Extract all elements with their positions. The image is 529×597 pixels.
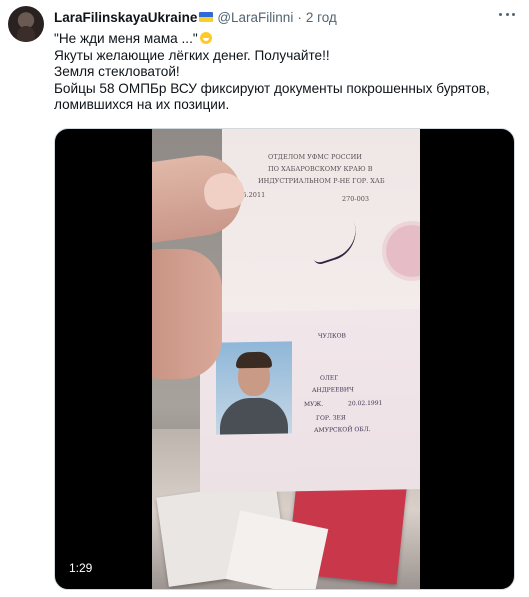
separator: · — [297, 9, 302, 25]
video-player[interactable]: ОТДЕЛОМ УФМС РОССИИ ПО ХАБАРОВСКОМУ КРАЮ… — [54, 128, 515, 590]
passport-issue-page: ОТДЕЛОМ УФМС РОССИИ ПО ХАБАРОВСКОМУ КРАЮ… — [222, 129, 420, 314]
issuer-line: ИНДУСТРИАЛЬНОМ Р-НЕ ГОР. ХАБ — [258, 177, 385, 185]
author-handle[interactable]: @LaraFilinni — [217, 10, 293, 25]
author-name[interactable]: LaraFilinskayaUkraine — [54, 10, 197, 25]
grinning-face-emoji-icon — [199, 32, 212, 44]
given-name: ОЛЕГ — [320, 374, 339, 382]
patronymic: АНДРЕЕВИЧ — [312, 386, 354, 394]
department-code: 270-003 — [342, 195, 370, 203]
birth-date: 20.02.1991 — [348, 399, 383, 408]
passport-photo-page: ЧУЛКОВ ОЛЕГ АНДРЕЕВИЧ МУЖ. 20.02.1991 ГО… — [200, 309, 420, 493]
tweet-text-line: "Не жди меня мама ..." — [54, 31, 524, 48]
birth-place-region: АМУРСКОЙ ОБЛ. — [314, 425, 371, 434]
video-duration: 1:29 — [69, 561, 93, 575]
timestamp[interactable]: 2 год — [306, 10, 337, 25]
ukraine-flag-icon — [199, 12, 214, 22]
signature — [306, 222, 364, 266]
tweet-header: LaraFilinskayaUkraine @LaraFilinni · 2 г… — [54, 8, 337, 26]
passport-photo — [216, 341, 292, 435]
tweet-text-line: Якуты желающие лёгких денег. Получайте!! — [54, 47, 330, 63]
official-seal — [382, 221, 420, 281]
avatar[interactable] — [8, 6, 44, 42]
issuer-line: ПО ХАБАРОВСКОМУ КРАЮ В — [268, 165, 373, 173]
tweet-text: "Не жди меня мама ..." Якуты желающие лё… — [54, 31, 524, 114]
tweet-text-line: ломившихся на их позиции. — [54, 97, 230, 112]
fingers — [152, 249, 222, 379]
tweet-text-line: Бойцы 58 ОМПБр ВСУ фиксируют документы п… — [54, 80, 490, 96]
tweet: LaraFilinskayaUkraine @LaraFilinni · 2 г… — [0, 0, 529, 597]
tweet-text-line: Земля стекловатой! — [54, 64, 180, 79]
surname: ЧУЛКОВ — [318, 332, 346, 340]
birth-place: ГОР. ЗЕЯ — [316, 414, 346, 422]
sex: МУЖ. — [304, 400, 324, 409]
more-options-icon[interactable] — [497, 6, 517, 22]
issuer-line: ОТДЕЛОМ УФМС РОССИИ — [268, 153, 362, 161]
video-frame: ОТДЕЛОМ УФМС РОССИИ ПО ХАБАРОВСКОМУ КРАЮ… — [152, 129, 420, 589]
